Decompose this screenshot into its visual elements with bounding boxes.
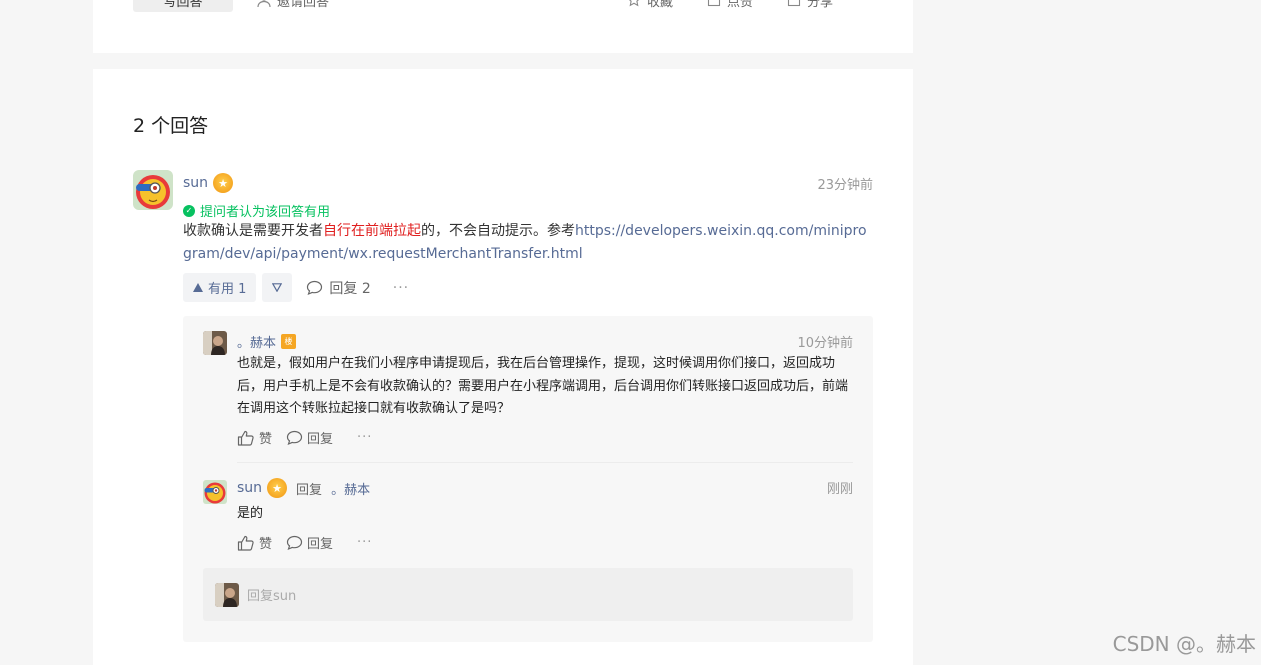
accepted-label: 提问者认为该回答有用	[200, 205, 331, 220]
author-name[interactable]: sun	[183, 175, 208, 191]
triangle-up-icon	[193, 283, 203, 292]
question-card: 写回答 邀请回答 收藏 点赞 分享	[93, 0, 913, 53]
divider	[237, 462, 853, 463]
star-icon	[627, 0, 641, 7]
comment-time: 10分钟前	[797, 336, 853, 351]
thumbs-up-icon[interactable]	[237, 535, 255, 551]
reply-placeholder: 回复sun	[247, 589, 297, 604]
answer-actions: 有用 1 回复 2 ···	[183, 273, 409, 302]
answer-author: sun ★	[183, 173, 234, 193]
reply-word: 回复	[296, 482, 323, 498]
watermark: CSDN @。赫本	[1112, 632, 1256, 656]
more-icon[interactable]: ···	[393, 280, 409, 296]
comment-actions: 赞 回复 ···	[237, 533, 372, 552]
reply-to-name[interactable]: 。赫本	[331, 479, 370, 498]
reply-button[interactable]: 回复 2	[306, 278, 371, 298]
comment-body: 也就是，假如用户在我们小程序申请提现后，我在后台管理操作，提现，这时候调用你们接…	[237, 356, 849, 416]
medal-icon: ★	[267, 478, 288, 498]
comment-time: 刚刚	[826, 482, 853, 497]
avatar[interactable]	[203, 480, 227, 504]
question-actions: 收藏 点赞 分享	[627, 0, 833, 8]
floor-owner-badge: 楼	[281, 334, 297, 349]
comments-section: 。赫本 楼 10分钟前 也就是，假如用户在我们小程序申请提现后，我在后台管理操作…	[183, 316, 873, 642]
answer-time: 23分钟前	[817, 178, 873, 193]
write-answer-button[interactable]: 写回答	[133, 0, 233, 12]
downvote-button[interactable]	[262, 273, 293, 302]
like-label[interactable]: 赞	[259, 533, 272, 552]
answers-count-title: 2 个回答	[133, 115, 209, 137]
reply-label[interactable]: 回复	[307, 428, 333, 447]
highlight-text: 自行在前端拉起	[323, 223, 421, 239]
person-icon	[257, 0, 271, 7]
comment-bubble-icon[interactable]	[286, 535, 303, 551]
comment-author: 。赫本 楼	[237, 332, 297, 351]
avatar[interactable]	[133, 170, 173, 210]
medal-icon: ★	[213, 173, 234, 193]
more-icon[interactable]: ···	[357, 430, 372, 445]
comment-author-name[interactable]: sun	[237, 480, 262, 496]
triangle-down-icon	[272, 283, 283, 292]
share-button[interactable]: 分享	[787, 0, 833, 8]
check-circle-icon: ✓	[183, 204, 195, 217]
answer-body: 收款确认是需要开发者自行在前端拉起的，不会自动提示。参考https://deve…	[183, 223, 867, 262]
avatar[interactable]	[203, 331, 227, 355]
comment-author: sun ★ 回复 。赫本	[237, 478, 370, 498]
invite-answer-button[interactable]: 邀请回答	[257, 0, 329, 8]
like-button[interactable]: 点赞	[707, 0, 753, 8]
accepted-badge: ✓ 提问者认为该回答有用	[183, 201, 330, 220]
comment-bubble-icon[interactable]	[286, 430, 303, 446]
reply-label[interactable]: 回复	[307, 533, 333, 552]
comment-bubble-icon	[306, 280, 323, 296]
thumbs-up-icon[interactable]	[237, 430, 255, 446]
comment-actions: 赞 回复 ···	[237, 428, 372, 447]
comment-author-name[interactable]: 。赫本	[237, 332, 276, 351]
share-icon	[787, 0, 801, 7]
like-label[interactable]: 赞	[259, 428, 272, 447]
answers-card: 2 个回答 sun ★ 23分钟前 ✓ 提问者认为该回答有用 收款确认是需要开发…	[93, 69, 913, 665]
favorite-button[interactable]: 收藏	[627, 0, 673, 8]
comment-body: 是的	[237, 506, 264, 521]
reply-input[interactable]: 回复sun	[203, 568, 853, 621]
thumb-icon	[707, 0, 721, 7]
avatar	[215, 583, 239, 607]
upvote-button[interactable]: 有用 1	[183, 273, 257, 302]
invite-label: 邀请回答	[277, 0, 330, 8]
more-icon[interactable]: ···	[357, 535, 372, 550]
